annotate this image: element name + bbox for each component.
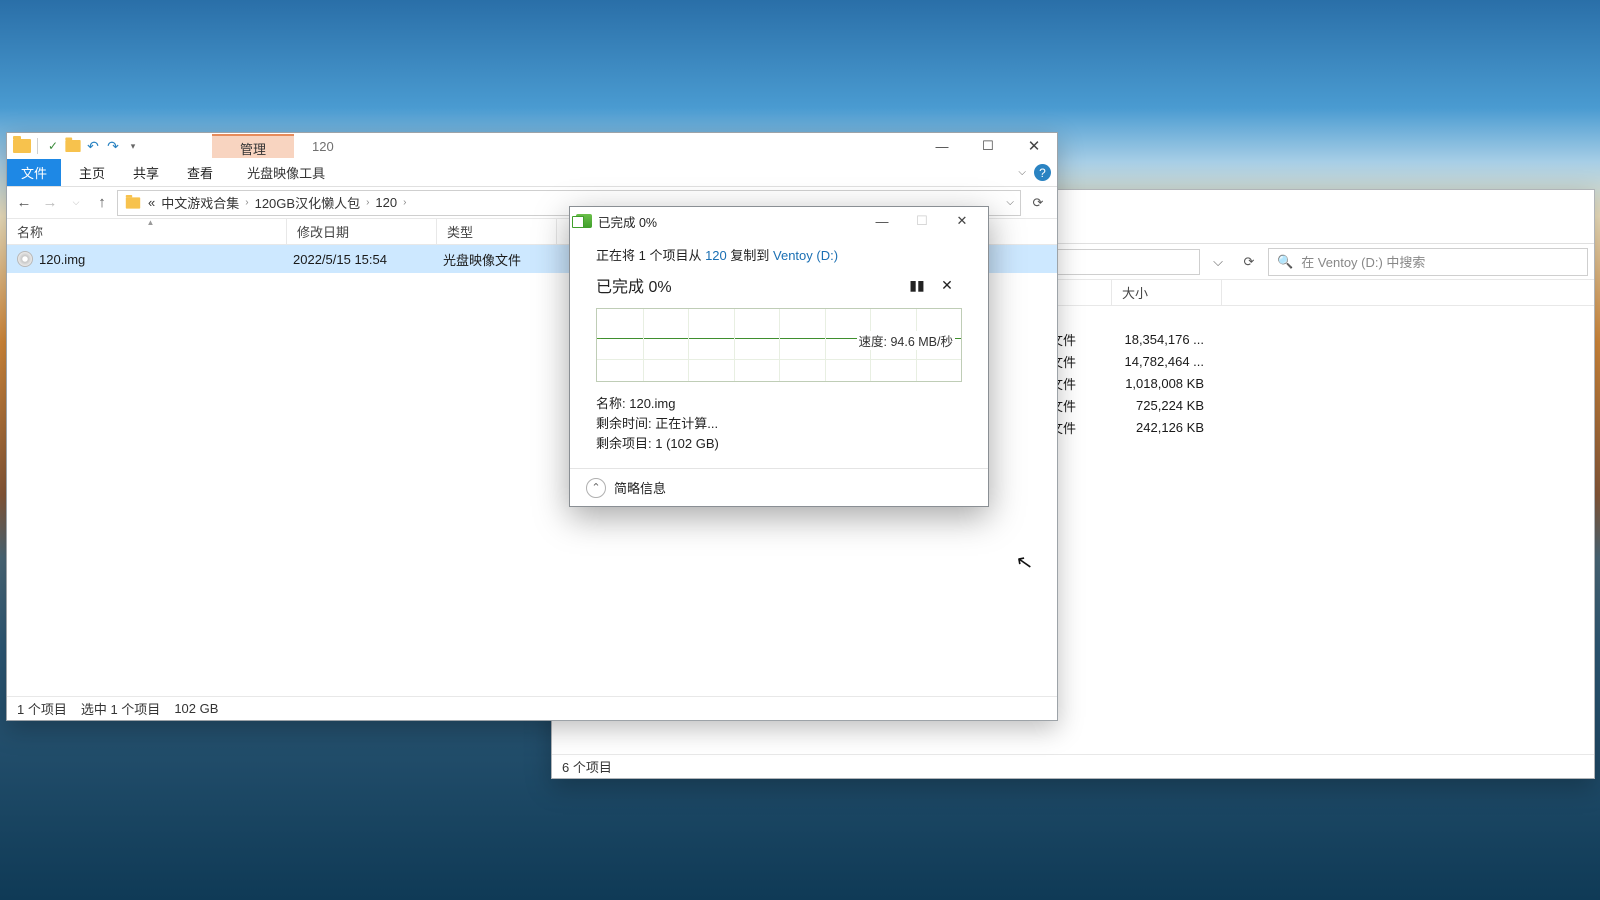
dialog-body: 正在将 1 个项目从 120 复制到 Ventoy (D:) 已完成 0% ▮▮…: [570, 235, 988, 468]
cell-name: 120.img: [39, 252, 293, 267]
tab-disc-image-tools[interactable]: 光盘映像工具: [233, 159, 339, 186]
chevron-up-icon[interactable]: ⌃: [586, 478, 606, 498]
cell-size: 18,354,176 ...: [1112, 332, 1222, 347]
qat-properties-icon[interactable]: ✓: [44, 137, 62, 155]
tab-view[interactable]: 查看: [173, 159, 227, 186]
refresh-button[interactable]: ⟳: [1025, 195, 1051, 211]
search-box[interactable]: 🔍 在 Ventoy (D:) 中搜索: [1268, 248, 1588, 276]
window-title: 120: [294, 139, 919, 154]
col-name[interactable]: 名称 ▲: [7, 219, 287, 244]
breadcrumb-prefix: «: [148, 195, 155, 210]
text: 正在将 1 个项目从: [596, 248, 705, 263]
status-bar: 1 个项目 选中 1 个项目 102 GB: [7, 696, 1057, 720]
cell-size: 14,782,464 ...: [1112, 354, 1222, 369]
cell-size: 1,018,008 KB: [1112, 376, 1222, 391]
tab-home[interactable]: 主页: [65, 159, 119, 186]
forward-button[interactable]: →: [39, 194, 61, 211]
chevron-right-icon[interactable]: ›: [403, 197, 406, 208]
minimize-button[interactable]: —: [862, 207, 902, 235]
tab-share[interactable]: 共享: [119, 159, 173, 186]
speed-graph: 速度: 94.6 MB/秒: [596, 308, 962, 382]
refresh-button[interactable]: ⟳: [1236, 254, 1262, 270]
dialog-footer: ⌃ 简略信息: [570, 468, 988, 506]
search-icon: 🔍: [1277, 254, 1293, 270]
pause-button[interactable]: ▮▮: [902, 270, 932, 300]
search-placeholder: 在 Ventoy (D:) 中搜索: [1301, 252, 1425, 271]
chevron-right-icon[interactable]: ›: [245, 197, 248, 208]
copy-progress-dialog: 已完成 0% — ☐ ✕ 正在将 1 个项目从 120 复制到 Ventoy (…: [569, 206, 989, 507]
up-button[interactable]: ↑: [91, 194, 113, 211]
back-button[interactable]: ←: [13, 194, 35, 211]
desktop: ✓ ↶ ↷ ▾ 管理 Ventoy (D:) 文件 ← ⌵ ⟳ 🔍 在 Vent…: [0, 0, 1600, 900]
text: 复制到: [727, 248, 773, 263]
titlebar[interactable]: ✓ ↶ ↷ ▾ 管理 120 — ☐ ✕: [7, 133, 1057, 159]
ribbon-tabs: 文件 主页 共享 查看 光盘映像工具 ⌵ ?: [7, 159, 1057, 187]
label: 剩余项目:: [596, 436, 655, 451]
minimize-button[interactable]: —: [919, 133, 965, 159]
progress-row: 已完成 0% ▮▮ ✕: [596, 270, 962, 300]
qat-dropdown-icon[interactable]: ▾: [124, 137, 142, 155]
status-size: 102 GB: [174, 701, 218, 716]
col-type[interactable]: 类型: [437, 219, 557, 244]
status-selection: 选中 1 个项目: [81, 699, 160, 718]
breadcrumb-item[interactable]: 120GB汉化懒人包: [255, 193, 360, 212]
speed-label: 速度: 94.6 MB/秒: [857, 331, 955, 350]
source-link[interactable]: 120: [705, 248, 727, 263]
cell-type: 光盘映像文件: [443, 250, 583, 269]
disc-image-icon: [17, 251, 33, 267]
folder-icon: [126, 197, 140, 208]
cell-date: 2022/5/15 15:54: [293, 252, 443, 267]
chevron-right-icon[interactable]: ›: [366, 197, 369, 208]
close-button[interactable]: ✕: [1011, 133, 1057, 159]
folder-icon: [65, 140, 80, 152]
status-bar: 6 个项目: [552, 754, 1594, 778]
copy-details: 名称: 120.img 剩余时间: 正在计算... 剩余项目: 1 (102 G…: [596, 394, 962, 454]
value: 1 (102 GB): [655, 436, 719, 451]
maximize-button: ☐: [902, 207, 942, 235]
folder-icon: [13, 139, 31, 153]
col-name-label: 名称: [17, 222, 43, 241]
redo-icon[interactable]: ↷: [104, 137, 122, 155]
pause-icon: ▮▮: [909, 277, 924, 294]
dialog-window-controls: — ☐ ✕: [862, 207, 982, 235]
help-icon[interactable]: ?: [1034, 164, 1051, 181]
cancel-button[interactable]: ✕: [932, 270, 962, 300]
copy-description: 正在将 1 个项目从 120 复制到 Ventoy (D:): [596, 245, 962, 264]
col-size[interactable]: 大小: [1112, 280, 1222, 305]
ribbon-right: ⌵ ?: [1018, 164, 1057, 181]
status-item-count: 1 个项目: [17, 699, 67, 718]
cell-size: 242,126 KB: [1112, 420, 1222, 435]
x-icon: ✕: [941, 277, 953, 294]
progress-percent: 已完成 0%: [596, 273, 672, 297]
undo-icon[interactable]: ↶: [84, 137, 102, 155]
ribbon-context-label: 管理: [212, 134, 294, 158]
address-dropdown-icon[interactable]: ⌵: [1206, 254, 1230, 270]
cell-size: 725,224 KB: [1112, 398, 1222, 413]
window-controls: — ☐ ✕: [919, 133, 1057, 159]
maximize-button[interactable]: ☐: [965, 133, 1011, 159]
copy-icon: [576, 214, 592, 228]
col-date[interactable]: 修改日期: [287, 219, 437, 244]
dialog-title: 已完成 0%: [598, 212, 657, 231]
sort-asc-icon: ▲: [147, 218, 155, 227]
label: 剩余时间:: [596, 416, 655, 431]
breadcrumb-item[interactable]: 120: [375, 195, 397, 210]
address-dropdown-icon[interactable]: ⌵: [1006, 197, 1014, 208]
quick-access-toolbar: ✓ ↶ ↷ ▾: [7, 133, 142, 159]
ribbon-collapse-icon[interactable]: ⌵: [1018, 167, 1026, 178]
destination-link[interactable]: Ventoy (D:): [773, 248, 838, 263]
recent-dropdown-icon[interactable]: ⌵: [65, 197, 87, 208]
label: 名称:: [596, 396, 629, 411]
fewer-details-button[interactable]: 简略信息: [614, 478, 666, 497]
value: 120.img: [629, 396, 675, 411]
tab-file[interactable]: 文件: [7, 159, 61, 186]
graph-fill: [597, 338, 601, 339]
close-button[interactable]: ✕: [942, 207, 982, 235]
dialog-titlebar[interactable]: 已完成 0% — ☐ ✕: [570, 207, 988, 235]
separator: [37, 138, 38, 154]
status-item-count: 6 个项目: [562, 757, 612, 776]
breadcrumb-item[interactable]: 中文游戏合集: [161, 193, 239, 212]
value: 正在计算...: [655, 416, 718, 431]
